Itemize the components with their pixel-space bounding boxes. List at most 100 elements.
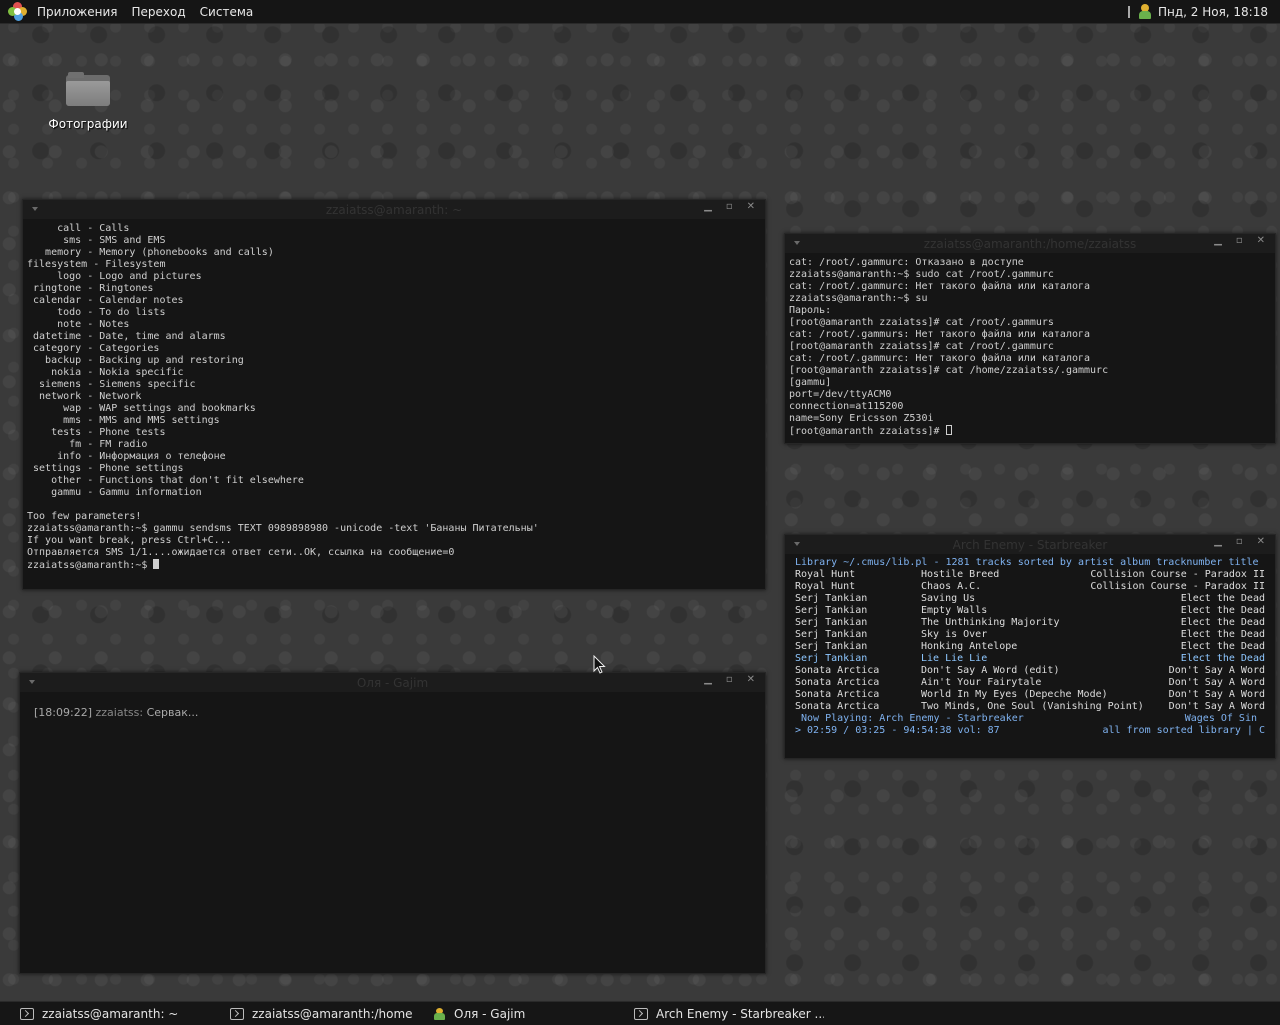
taskbar-item-terminal-main[interactable]: zzaiatss@amaranth: ~ [0, 1003, 210, 1024]
track-album: Collision Course - Paradox II [1090, 569, 1265, 580]
terminal-line: sms - SMS and EMS [27, 235, 166, 246]
minimize-icon[interactable]: ▁ [704, 674, 712, 685]
track-artist: Royal Hunt [795, 581, 856, 592]
track-album: Don't Say A Word [1168, 665, 1265, 676]
terminal-line: zzaiatss@amaranth:~$ su [789, 293, 928, 304]
window-title: Arch Enemy - Starbreaker [952, 538, 1108, 552]
maximize-icon[interactable]: ▫ [1236, 235, 1243, 246]
terminal-line: settings - Phone settings [27, 463, 184, 474]
track-row[interactable]: Sonata Arctica Ain't Your Fairytale Don't … [795, 677, 1265, 689]
now-playing-album: Wages Of Sin [1184, 713, 1257, 724]
track-artist: Royal Hunt [795, 569, 856, 580]
taskbar-item-cmus[interactable]: Arch Enemy - Starbreaker ... [614, 1003, 824, 1024]
menu-places[interactable]: Переход [125, 5, 193, 19]
now-playing-track: Now Playing: Arch Enemy - Starbreaker [801, 713, 1024, 724]
terminal-window-root[interactable]: zzaiatss@amaranth:/home/zzaiatss ▁ ▫ ✕ c… [784, 233, 1276, 444]
track-album: Don't Say A Word [1168, 701, 1265, 712]
track-title: Chaos A.C. [921, 581, 982, 592]
taskbar-item-label: Оля - Gajim [454, 1006, 526, 1021]
message-text: Сервак... [146, 706, 199, 719]
chat-history[interactable]: [18:09:22] zzaiatss: Сервак... [20, 692, 765, 733]
terminal-line: datetime - Date, time and alarms [27, 331, 226, 342]
gajim-chat-window[interactable]: Оля - Gajim ▁ ▫ ✕ [18:09:22] zzaiatss: С… [19, 672, 766, 974]
terminal-line: calendar - Calendar notes [27, 295, 184, 306]
terminal-line: [root@amaranth zzaiatss]# cat /root/.gam… [789, 341, 1054, 352]
track-row[interactable]: Serj Tankian Lie Lie Lie Elect the Dead [795, 653, 1265, 665]
track-row[interactable]: Royal Hunt Hostile Breed Collision Course … [795, 569, 1265, 581]
minimize-icon[interactable]: ▁ [704, 201, 712, 212]
track-row[interactable]: Serj Tankian Sky is Over Elect the Dead [795, 629, 1265, 641]
terminal-line: cat: /root/.gammurc: Нет такого файла ил… [789, 281, 1091, 292]
track-artist: Serj Tankian [795, 653, 868, 664]
close-icon[interactable]: ✕ [747, 201, 755, 212]
track-title: Honking Antelope [921, 641, 1018, 652]
track-title: Empty Walls [921, 605, 988, 616]
track-album: Elect the Dead [1180, 653, 1265, 664]
terminal-line: memory - Memory (phonebooks and calls) [27, 247, 274, 258]
window-titlebar[interactable]: zzaiatss@amaranth:/home/zzaiatss ▁ ▫ ✕ [785, 234, 1275, 253]
message-author: zzaiatss: [95, 706, 144, 719]
cmus-library[interactable]: Library ~/.cmus/lib.pl - 1281 tracks sor… [785, 554, 1275, 737]
track-row[interactable]: Sonata Arctica World In My Eyes (Depeche … [795, 689, 1265, 701]
terminal-line: port=/dev/ttyACM0 [789, 389, 892, 400]
track-row[interactable]: Sonata Arctica Two Minds, One Soul (Vanis… [795, 701, 1265, 713]
terminal-line: gammu - Gammu information [27, 487, 202, 498]
terminal-line: cat: /root/.gammurc: Отказано в доступе [789, 257, 1024, 268]
close-icon[interactable]: ✕ [747, 674, 755, 685]
track-title: Sky is Over [921, 629, 988, 640]
terminal-line: [root@amaranth zzaiatss]# cat /home/zzai… [789, 365, 1109, 376]
window-titlebar[interactable]: Arch Enemy - Starbreaker ▁ ▫ ✕ [785, 535, 1275, 554]
minimize-icon[interactable]: ▁ [1214, 536, 1222, 547]
terminal-output[interactable]: cat: /root/.gammurc: Отказано в доступе … [785, 253, 1275, 438]
track-artist: Serj Tankian [795, 641, 868, 652]
terminal-prompt: zzaiatss@amaranth:~$ [27, 560, 154, 571]
track-album: Elect the Dead [1180, 605, 1265, 616]
track-title: The Unthinking Majority [921, 617, 1060, 628]
track-album: Elect the Dead [1180, 617, 1265, 628]
terminal-line: siemens - Siemens specific [27, 379, 196, 390]
terminal-icon [20, 1007, 34, 1020]
track-row[interactable]: Serj Tankian Saving Us Elect the Dead [795, 593, 1265, 605]
clock[interactable]: Пнд, 2 Ноя, 18:18 [1158, 5, 1268, 19]
maximize-icon[interactable]: ▫ [1236, 536, 1243, 547]
gajim-tray-icon[interactable] [1138, 3, 1152, 20]
close-icon[interactable]: ✕ [1257, 235, 1265, 246]
track-title: World In My Eyes (Depeche Mode) [921, 689, 1108, 700]
taskbar-item-label: Arch Enemy - Starbreaker ... [656, 1006, 824, 1021]
track-title: Ain't Your Fairytale [921, 677, 1042, 688]
terminal-line: call - Calls [27, 223, 130, 234]
track-title: Don't Say A Word (edit) [921, 665, 1060, 676]
cmus-window[interactable]: Arch Enemy - Starbreaker ▁ ▫ ✕ Library ~… [784, 534, 1276, 759]
track-album: Elect the Dead [1180, 641, 1265, 652]
mouse-pointer-icon [593, 655, 606, 674]
track-row[interactable]: Serj Tankian Honking Antelope Elect the De… [795, 641, 1265, 653]
terminal-output[interactable]: call - Calls sms - SMS and EMS memory - … [23, 219, 765, 572]
menu-system[interactable]: Система [193, 5, 261, 19]
close-icon[interactable]: ✕ [1257, 536, 1265, 547]
taskbar-item-gajim[interactable]: Оля - Gajim [412, 1003, 614, 1024]
window-titlebar[interactable]: Оля - Gajim ▁ ▫ ✕ [20, 673, 765, 692]
track-artist: Sonata Arctica [795, 677, 880, 688]
track-row[interactable]: Royal Hunt Chaos A.C. Collision Course - P… [795, 581, 1265, 593]
taskbar-item-terminal-root[interactable]: zzaiatss@amaranth:/home... [210, 1003, 412, 1024]
terminal-line: other - Functions that don't fit elsewhe… [27, 475, 304, 486]
maximize-icon[interactable]: ▫ [726, 201, 733, 212]
terminal-line: [root@amaranth zzaiatss]# cat /root/.gam… [789, 317, 1054, 328]
window-titlebar[interactable]: zzaiatss@amaranth: ~ ▁ ▫ ✕ [23, 200, 765, 219]
track-row[interactable]: Serj Tankian The Unthinking Majority Elect… [795, 617, 1265, 629]
applications-logo-icon[interactable] [8, 1, 28, 22]
minimize-icon[interactable]: ▁ [1214, 235, 1222, 246]
maximize-icon[interactable]: ▫ [726, 674, 733, 685]
desktop-icon-photos[interactable]: Фотографии [40, 72, 136, 131]
track-row[interactable]: Sonata Arctica Don't Say A Word (edit) Don… [795, 665, 1265, 677]
playback-position: > 02:59 / 03:25 - 94:54:38 vol: 87 [795, 725, 1000, 736]
terminal-line: zzaiatss@amaranth:~$ gammu sendsms TEXT … [27, 523, 539, 534]
menu-applications[interactable]: Приложения [30, 5, 125, 19]
terminal-line: filesystem - Filesystem [27, 259, 166, 270]
track-row[interactable]: Serj Tankian Empty Walls Elect the Dead [795, 605, 1265, 617]
tray-separator [1127, 5, 1130, 18]
terminal-line: nokia - Nokia specific [27, 367, 184, 378]
terminal-line: Отправляется SMS 1/1....ожидается ответ … [27, 547, 455, 558]
terminal-window-main[interactable]: zzaiatss@amaranth: ~ ▁ ▫ ✕ call - Calls … [22, 199, 766, 590]
track-title: Hostile Breed [921, 569, 1000, 580]
